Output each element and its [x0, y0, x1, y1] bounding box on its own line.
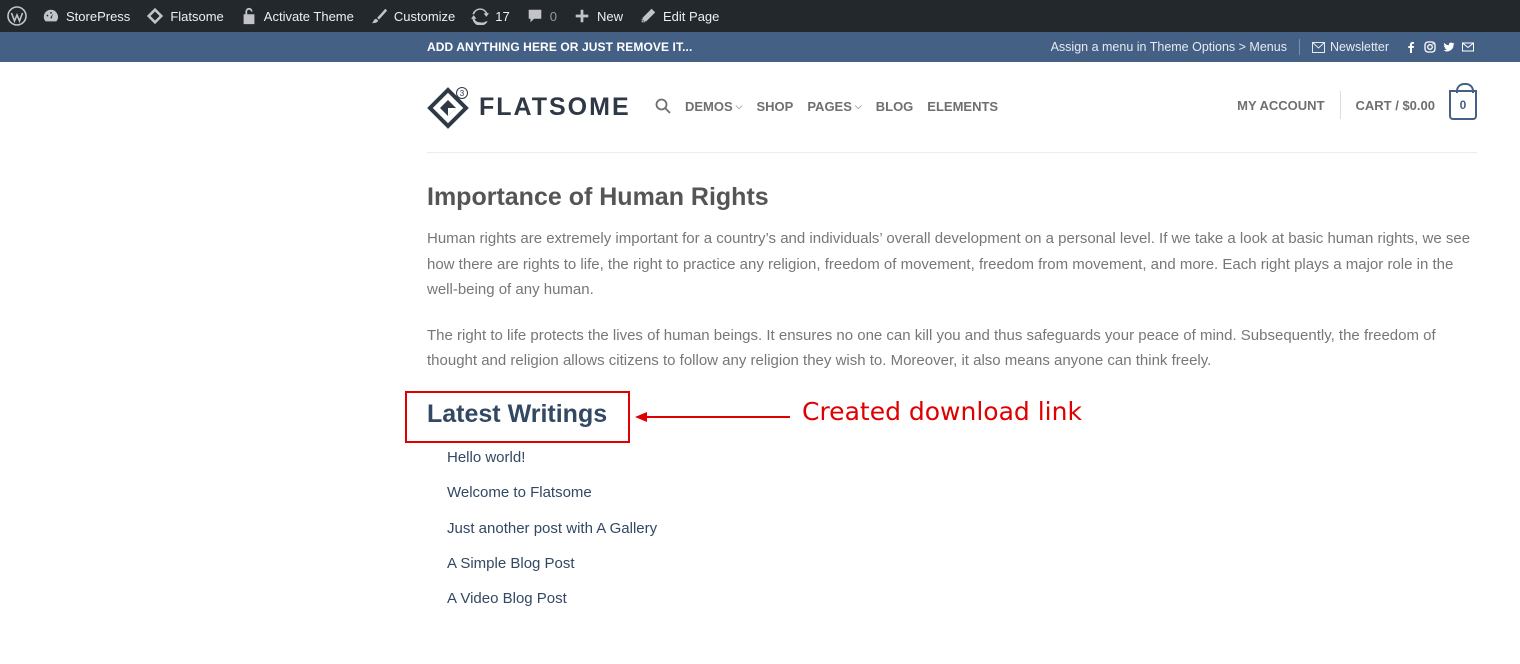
list-item[interactable]: A Video Blog Post [447, 589, 657, 624]
annotation-arrow [635, 412, 790, 422]
customize-link[interactable]: Customize [362, 0, 463, 32]
logo-badge: 3 [460, 89, 465, 98]
logo-text: FLATSOME [479, 92, 631, 121]
menu-hint-link[interactable]: Assign a menu in Theme Options > Menus [1051, 40, 1287, 54]
comment-icon [526, 7, 544, 25]
site-name-link[interactable]: StorePress [34, 0, 138, 32]
customize-label: Customize [393, 8, 456, 24]
nav-item-demos[interactable]: DEMOS ⌵ [685, 99, 743, 114]
top-bar: ADD ANYTHING HERE OR JUST REMOVE IT... A… [0, 32, 1520, 62]
flatsome-icon [146, 7, 164, 25]
site-header: 3 FLATSOME DEMOS ⌵ SHOP PAGES ⌵ BLOG ELEME… [427, 62, 1477, 153]
nav-item-elements[interactable]: ELEMENTS [927, 99, 998, 114]
list-item[interactable]: Just another post with A Gallery [447, 519, 657, 554]
edit-page-link[interactable]: Edit Page [631, 0, 727, 32]
cart-count: 0 [1459, 98, 1467, 112]
brush-icon [370, 7, 388, 25]
list-item[interactable]: Welcome to Flatsome [447, 483, 657, 518]
comments-count: 0 [549, 8, 557, 24]
list-item[interactable]: Hello world! [447, 448, 657, 483]
nav-item-label: SHOP [756, 98, 794, 114]
nav-item-pages[interactable]: PAGES ⌵ [807, 99, 861, 114]
updates-link[interactable]: 17 [463, 0, 517, 32]
divider [1298, 39, 1300, 55]
updates-count: 17 [495, 8, 510, 24]
unlock-icon [240, 7, 258, 25]
divider [1339, 91, 1341, 119]
my-account-link[interactable]: MY ACCOUNT [1237, 98, 1324, 113]
nav-item-label: BLOG [875, 98, 914, 114]
page-title: Importance of Human Rights [427, 183, 769, 211]
nav-item-label: DEMOS [685, 98, 733, 114]
header-right: MY ACCOUNT CART / $0.00 0 [1237, 83, 1477, 120]
top-bar-right: Assign a menu in Theme Options > Menus N… [1051, 32, 1474, 62]
dashboard-icon [42, 7, 60, 25]
list-item[interactable]: A Simple Blog Post [447, 554, 657, 589]
instagram-icon[interactable] [1424, 41, 1436, 53]
annotation-text: Created download link [802, 397, 1082, 426]
email-icon[interactable] [1462, 41, 1474, 53]
newsletter-label: Newsletter [1329, 40, 1389, 54]
plus-icon [573, 7, 591, 25]
newsletter-link[interactable]: Newsletter [1311, 40, 1389, 54]
envelope-icon [1311, 41, 1325, 53]
search-icon[interactable] [655, 98, 671, 114]
new-label: New [597, 8, 624, 24]
nav-item-label: PAGES [807, 98, 852, 114]
top-bar-text: ADD ANYTHING HERE OR JUST REMOVE IT... [427, 40, 693, 54]
wordpress-logo-icon[interactable] [0, 0, 34, 32]
activate-theme-label: Activate Theme [263, 8, 354, 24]
latest-writings-heading: Latest Writings [427, 400, 608, 428]
edit-page-label: Edit Page [663, 8, 720, 24]
cart-link[interactable]: CART / $0.00 [1356, 98, 1435, 113]
twitter-icon[interactable] [1443, 41, 1455, 53]
nav-item-blog[interactable]: BLOG [876, 99, 914, 114]
flatsome-label: Flatsome [170, 8, 224, 24]
site-name: StorePress [66, 8, 131, 24]
flatsome-logo-icon: 3 [427, 87, 469, 129]
social-icons [1405, 41, 1474, 53]
site-logo[interactable]: 3 FLATSOME [427, 84, 631, 130]
chevron-down-icon: ⌵ [735, 100, 743, 111]
page-content: Importance of Human Rights Human rights … [427, 180, 1477, 374]
activate-theme-link[interactable]: Activate Theme [232, 0, 362, 32]
new-content-link[interactable]: New [565, 0, 631, 32]
paragraph: The right to life protects the lives of … [427, 326, 1436, 370]
main-nav: DEMOS ⌵ SHOP PAGES ⌵ BLOG ELEMENTS [655, 98, 1012, 114]
paragraph: Human rights are extremely important for… [427, 230, 1471, 298]
latest-posts-list: Hello world! Welcome to Flatsome Just an… [447, 448, 657, 624]
updates-icon [471, 7, 490, 25]
nav-item-label: ELEMENTS [927, 98, 999, 114]
chevron-down-icon: ⌵ [854, 100, 862, 111]
pencil-icon [639, 7, 657, 25]
nav-item-shop[interactable]: SHOP [757, 99, 794, 114]
cart-icon[interactable]: 0 [1449, 83, 1477, 120]
comments-link[interactable]: 0 [518, 0, 565, 32]
flatsome-menu[interactable]: Flatsome [138, 0, 231, 32]
admin-bar: StorePress Flatsome Activate Theme Custo… [0, 0, 1520, 32]
facebook-icon[interactable] [1405, 41, 1417, 53]
